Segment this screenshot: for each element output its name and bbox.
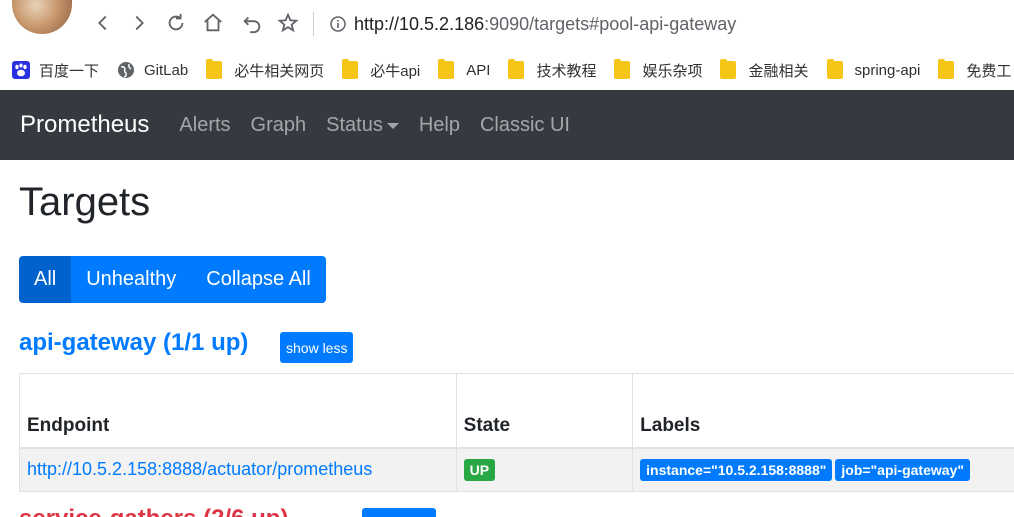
bookmark-label: 娱乐杂项 — [642, 62, 703, 80]
endpoint-link[interactable]: http://10.5.2.158:8888/actuator/promethe… — [27, 459, 372, 479]
label-badge-job: job="api-gateway" — [835, 458, 970, 481]
nav-link-classic-ui[interactable]: Classic UI — [480, 114, 570, 137]
nav-link-label: Help — [418, 113, 460, 136]
bookmark-label: GitLab — [144, 61, 189, 79]
bookmark-label: 必牛相关网页 — [234, 62, 325, 80]
bookmark-label: 百度一下 — [39, 62, 100, 80]
bookmark-label: spring-api — [854, 61, 921, 79]
column-header-endpoint: Endpoint — [19, 373, 457, 449]
back-icon[interactable] — [90, 10, 116, 36]
folder-icon — [826, 59, 843, 79]
address-bar[interactable]: http://10.5.2.186:9090/targets#pool-api-… — [330, 12, 736, 36]
column-header-state: State — [455, 373, 634, 449]
folder-icon — [342, 59, 359, 79]
status-badge: UP — [463, 458, 496, 481]
toolbar-divider — [313, 12, 314, 36]
home-icon[interactable] — [200, 10, 226, 36]
url-path: :9090/targets#pool-api-gateway — [484, 13, 737, 34]
bookmark-gitlab[interactable]: GitLab — [117, 61, 188, 79]
navbar-brand[interactable]: Prometheus — [20, 111, 149, 139]
bookmark-folder-free-tools[interactable]: 免费工 — [938, 59, 1012, 81]
nav-link-graph[interactable]: Graph — [251, 114, 307, 137]
folder-icon — [206, 59, 223, 79]
globe-icon — [118, 62, 135, 78]
site-info-icon[interactable] — [330, 16, 346, 32]
bookmark-folder-tutorials[interactable]: 技术教程 — [508, 59, 597, 81]
folder-icon — [438, 59, 455, 79]
bookmark-folder-finance[interactable]: 金融相关 — [720, 59, 809, 81]
undo-icon[interactable] — [239, 10, 265, 36]
reload-icon[interactable] — [163, 10, 189, 36]
pool-heading-service-gathers[interactable]: service-gathers (2/6 up) — [19, 505, 288, 517]
bookmark-label: API — [466, 61, 491, 79]
bookmark-label: 金融相关 — [748, 62, 809, 80]
bookmark-star-icon[interactable] — [275, 10, 301, 36]
browser-toolbar: http://10.5.2.186:9090/targets#pool-api-… — [0, 0, 1014, 48]
forward-icon[interactable] — [126, 10, 152, 36]
bookmark-baidu[interactable]: 百度一下 — [12, 60, 99, 81]
show-less-button[interactable]: show less — [280, 332, 354, 363]
bookmark-folder-biniu-api[interactable]: 必牛api — [342, 59, 421, 81]
nav-link-label: Status — [326, 113, 383, 136]
state-cell: UP — [455, 447, 634, 492]
bookmark-label: 免费工 — [966, 62, 1012, 80]
bookmarks-bar: 百度一下 GitLab 必牛相关网页 必牛api API 技术教程 娱乐杂项 金… — [0, 50, 1014, 90]
nav-link-alerts[interactable]: Alerts — [179, 114, 230, 137]
target-filter-group: All Unhealthy Collapse All — [19, 256, 326, 303]
show-more-button[interactable] — [362, 508, 436, 517]
targets-table: Endpoint State Labels http://10.5.2.158:… — [19, 373, 1014, 492]
page-title: Targets — [19, 180, 151, 224]
folder-icon — [720, 59, 737, 79]
bookmark-folder-biniu-pages[interactable]: 必牛相关网页 — [206, 59, 325, 81]
collapse-all-button[interactable]: Collapse All — [191, 256, 326, 303]
bookmark-folder-entertainment[interactable]: 娱乐杂项 — [614, 59, 703, 81]
bookmark-folder-spring-api[interactable]: spring-api — [826, 59, 921, 79]
pool-heading-api-gateway[interactable]: api-gateway (1/1 up) — [19, 329, 248, 357]
folder-icon — [508, 59, 525, 79]
label-badge-instance: instance="10.5.2.158:8888" — [640, 458, 833, 481]
nav-link-label: Alerts — [179, 113, 231, 136]
url-host: http://10.5.2.186 — [354, 13, 485, 34]
filter-all-button[interactable]: All — [19, 256, 72, 303]
nav-link-label: Graph — [250, 113, 307, 136]
endpoint-cell: http://10.5.2.158:8888/actuator/promethe… — [19, 447, 457, 492]
nav-dropdown-status[interactable]: Status — [326, 114, 399, 137]
nav-link-label: Classic UI — [479, 113, 570, 136]
labels-cell: instance="10.5.2.158:8888" job="api-gatew… — [632, 447, 1014, 492]
folder-icon — [614, 59, 631, 79]
prometheus-navbar: Prometheus Alerts Graph Status Help Clas… — [0, 90, 1014, 160]
baidu-paw-icon — [12, 61, 30, 79]
table-row: http://10.5.2.158:8888/actuator/promethe… — [19, 447, 1014, 492]
table-header-row: Endpoint State Labels — [19, 373, 1014, 449]
profile-avatar[interactable] — [12, 0, 72, 34]
bookmark-label: 必牛api — [370, 62, 421, 80]
caret-down-icon — [386, 123, 399, 129]
filter-unhealthy-button[interactable]: Unhealthy — [71, 256, 192, 303]
column-header-labels: Labels — [632, 373, 1014, 449]
bookmark-label: 技术教程 — [536, 62, 597, 80]
nav-link-help[interactable]: Help — [419, 114, 460, 137]
bookmark-folder-api[interactable]: API — [438, 59, 491, 79]
folder-icon — [938, 59, 955, 79]
